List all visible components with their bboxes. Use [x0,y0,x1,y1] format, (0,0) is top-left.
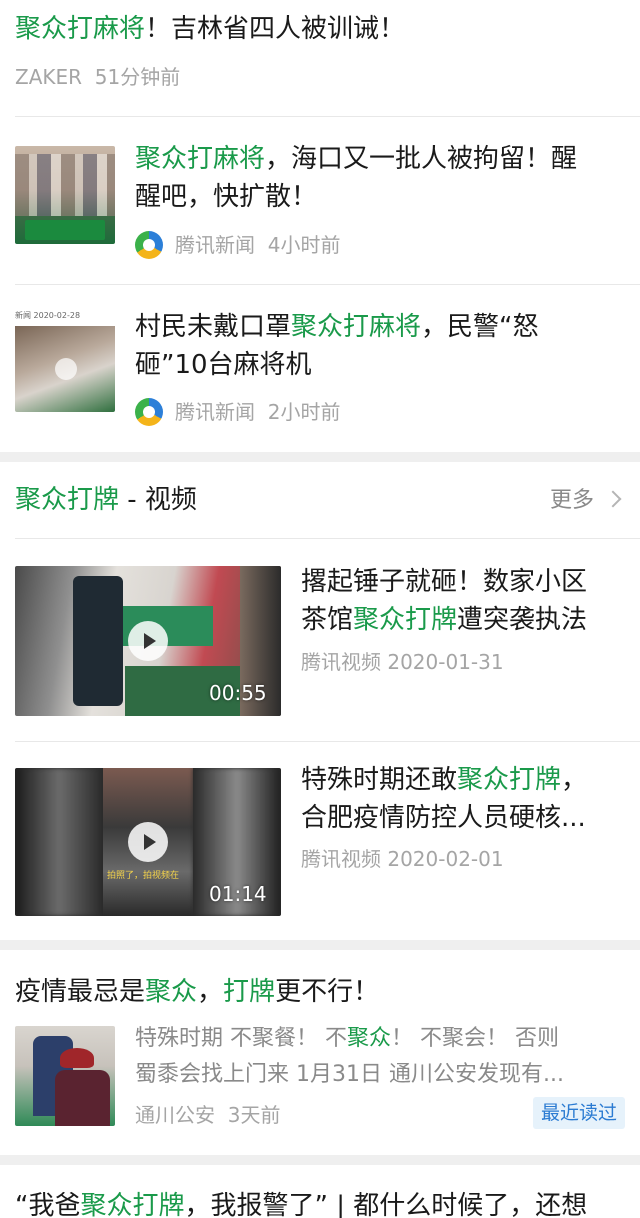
title-highlight: 聚众打牌 [353,605,458,635]
publish-time: 3天前 [227,1103,281,1127]
video-thumbnail[interactable]: 00:55 [15,566,281,716]
section-gap [0,1155,640,1165]
title-text: 村民未戴口罩 [135,312,292,342]
result-title[interactable]: “我爸聚众打牌，我报警了” | 都什么时候了，还想 [15,1187,640,1218]
thumbnail-image[interactable] [15,1026,115,1126]
video-meta: 腾讯视频 2020-02-01 [301,847,504,871]
thumbnail-image[interactable] [15,146,115,244]
result-meta: 通川公安 3天前 [135,1102,280,1128]
source-name: ZAKER [15,65,83,89]
officer-figure [73,576,123,706]
title-highlight: 聚众 [145,977,198,1007]
title-text: ，海口又一批人被拘留！醒 [265,144,578,174]
section-title-highlight: 聚众打牌 [15,485,120,515]
title-text: 特殊时期还敢 [301,765,458,795]
publish-time: 4小时前 [267,233,341,257]
title-text-line2: 醒吧，快扩散！ [135,182,318,212]
title-text-line2: 合肥疫情防控人员硬核... [301,803,586,833]
more-label: 更多 [550,488,595,513]
recently-read-badge: 最近读过 [533,1097,626,1129]
snippet-text-line2: 蜀黍会找上门来 1月31日 通川公安发现有... [135,1062,564,1087]
mahjong-table [25,220,105,240]
divider [15,741,640,742]
title-highlight: 聚众打麻将 [291,312,422,342]
video-thumbnail[interactable]: 拍照了，拍视频在 01:14 [15,768,281,916]
title-highlight: 聚众打麻将 [135,144,266,174]
title-text: 撂起锤子就砸！数家小区 [301,567,588,597]
snippet-highlight: 聚众 [347,1026,392,1051]
play-icon[interactable] [128,621,168,661]
blurred-left-panel [15,768,103,916]
title-text: 遭突袭执法 [457,605,588,635]
people-figures [15,154,115,216]
title-highlight: 打牌 [223,977,276,1007]
section-title-text: - 视频 [119,485,197,515]
video-meta: 腾讯视频 2020-01-31 [301,650,504,674]
section-title: 聚众打牌 - 视频 [15,481,197,519]
more-button[interactable]: 更多 [550,486,622,516]
title-text: ，民警“怒 [421,312,539,342]
play-icon [55,358,77,380]
result-title[interactable]: 疫情最忌是聚众，打牌更不行！ [15,973,625,1011]
result-meta: ZAKER 51分钟前 [15,64,180,90]
result-title[interactable]: 聚众打麻将！吉林省四人被训诫！ [15,10,625,48]
section-gap [0,940,640,950]
seated-person [55,1070,110,1126]
title-text: 更不行！ [275,977,380,1007]
thumbnail-caption: 新闻 2020-02-28 [15,311,81,320]
source-name: 腾讯新闻 [175,233,255,257]
snippet-text: ！ 不聚会！ 否则 [391,1026,560,1051]
video-title[interactable]: 撂起锤子就砸！数家小区 茶馆聚众打牌遭突袭执法 [301,563,626,639]
title-text: ， [561,765,588,795]
result-meta: 腾讯新闻 2小时前 [175,399,340,425]
result-meta: 腾讯新闻 4小时前 [175,232,340,258]
title-text: 茶馆 [301,605,354,635]
publish-time: 51分钟前 [94,65,181,89]
result-title[interactable]: 聚众打麻将，海口又一批人被拘留！醒 醒吧，快扩散！ [135,140,625,216]
source-name: 通川公安 [135,1103,215,1127]
divider [15,116,640,117]
title-text: 疫情最忌是 [15,977,146,1007]
section-gap [0,452,640,462]
divider [15,538,640,539]
chevron-right-icon [604,490,622,508]
snippet-text: 特殊时期 不聚餐！ 不 [135,1026,347,1051]
title-text: ， [197,977,224,1007]
title-text: “我爸 [15,1191,81,1218]
thumbnail-image[interactable]: 新闻 2020-02-28 [15,310,115,412]
title-text: ！吉林省四人被训诫！ [145,14,406,44]
publish-time: 2小时前 [267,400,341,424]
play-icon[interactable] [128,822,168,862]
red-hat [60,1048,94,1068]
video-duration: 00:55 [209,681,267,705]
title-text-line2: 砸”10台麻将机 [135,350,312,380]
title-highlight: 聚众打牌 [80,1191,185,1218]
title-text: ，我报警了” | 都什么时候了，还想 [184,1191,588,1218]
title-highlight: 聚众打麻将 [15,14,146,44]
tencent-news-icon [135,231,163,259]
divider [15,284,640,285]
source-name: 腾讯新闻 [175,400,255,424]
result-snippet: 特殊时期 不聚餐！ 不聚众！ 不聚会！ 否则 蜀黍会找上门来 1月31日 通川公… [135,1021,625,1093]
title-highlight: 聚众打牌 [457,765,562,795]
video-duration: 01:14 [209,882,267,906]
result-title[interactable]: 村民未戴口罩聚众打麻将，民警“怒 砸”10台麻将机 [135,308,625,384]
video-title[interactable]: 特殊时期还敢聚众打牌， 合肥疫情防控人员硬核... [301,761,626,837]
tencent-news-icon [135,398,163,426]
video-subtitle: 拍照了，拍视频在 [107,871,180,881]
